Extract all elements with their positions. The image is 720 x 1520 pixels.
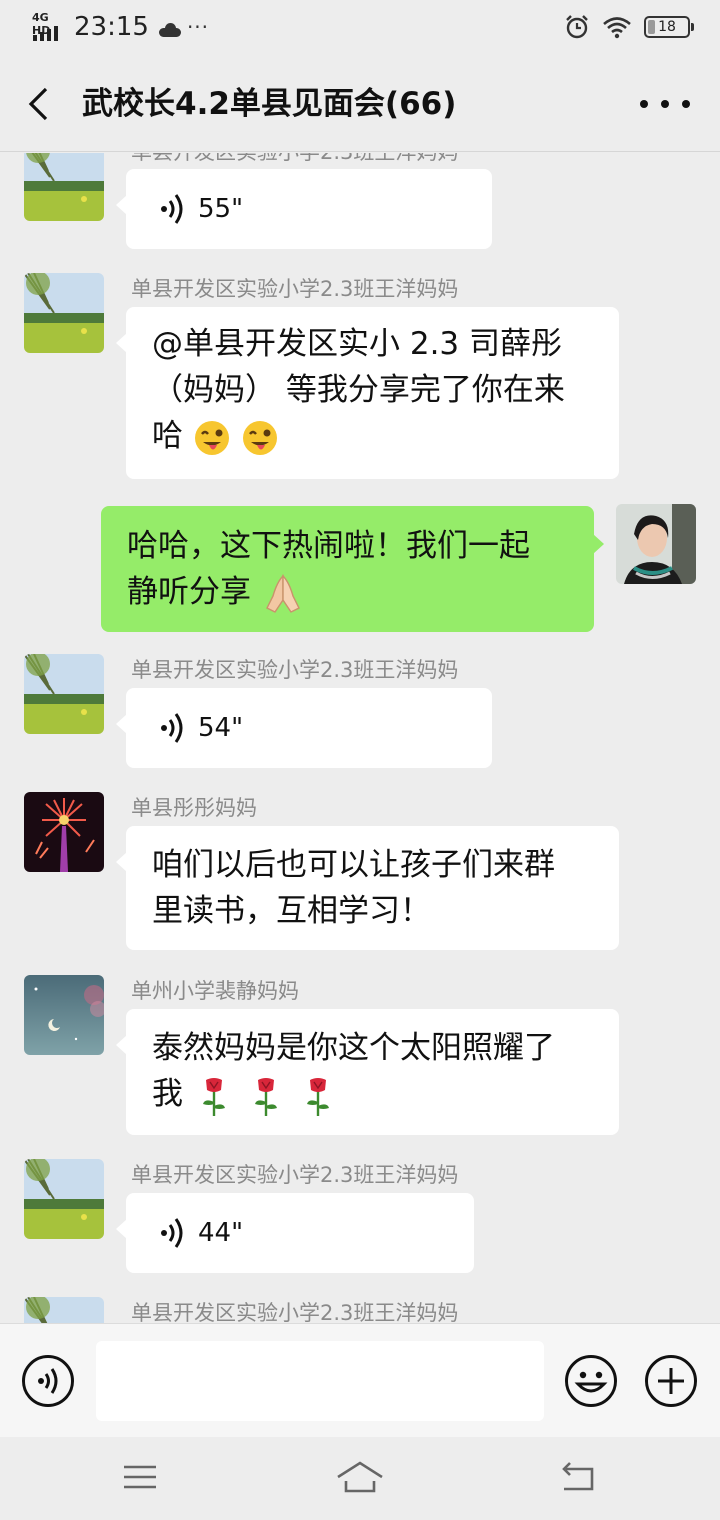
- more-dots-icon[interactable]: [640, 82, 690, 126]
- message-input[interactable]: [96, 1341, 544, 1421]
- chat-header: 武校长4.2单县见面会(66): [0, 56, 720, 152]
- voice-duration: 55": [198, 194, 244, 224]
- sender-name: 单县开发区实验小学2.3班王洋妈妈: [131, 1163, 459, 1187]
- message-list[interactable]: 单县开发区实验小学2.3班王洋妈妈 55" 单县开发区实验小学2.3班王洋妈妈 …: [0, 153, 720, 1323]
- sender-name: 单县彤彤妈妈: [131, 796, 257, 820]
- winking-tongue-emoji-icon: [194, 420, 229, 455]
- sender-name: 单县开发区实验小学2.3班王洋妈妈: [131, 1301, 459, 1323]
- menu-button[interactable]: [120, 1459, 160, 1495]
- avatar-landscape[interactable]: [24, 1297, 104, 1323]
- voice-message-bubble[interactable]: 44": [116, 1193, 474, 1273]
- emoji-icon: [565, 1355, 617, 1407]
- home-icon: [337, 1461, 383, 1493]
- sender-name: 单县开发区实验小学2.3班王洋妈妈: [131, 153, 458, 165]
- message-line: @单县开发区实小 2.3 司薛彤: [152, 326, 563, 362]
- plus-icon: [645, 1355, 697, 1407]
- text-message-bubble[interactable]: 咱们以后也可以让孩子们来群 里读书，互相学习！: [116, 826, 619, 950]
- status-bar: 4G HD 23:15 ··· 18: [0, 0, 720, 56]
- battery-level-fill: [648, 20, 655, 34]
- return-button[interactable]: [558, 1459, 598, 1495]
- status-more-icon: ···: [186, 15, 210, 39]
- back-arrow-icon: [28, 87, 48, 121]
- voice-wave-icon: [161, 713, 183, 743]
- voice-message-bubble[interactable]: 55": [116, 169, 492, 249]
- voice-duration: 54": [198, 713, 244, 743]
- voice-icon: [22, 1355, 74, 1407]
- more-functions-button[interactable]: [644, 1354, 698, 1408]
- message-line: 咱们以后也可以让孩子们来群: [152, 847, 555, 883]
- system-navigation-bar: [0, 1437, 720, 1520]
- voice-message-bubble[interactable]: 54": [116, 688, 492, 768]
- battery-percent: 18: [658, 19, 676, 35]
- menu-icon: [124, 1465, 156, 1489]
- voice-input-button[interactable]: [21, 1354, 75, 1408]
- return-icon: [562, 1462, 594, 1491]
- sender-name: 单县开发区实验小学2.3班王洋妈妈: [131, 277, 459, 301]
- avatar-landscape[interactable]: [24, 1159, 104, 1239]
- avatar-landscape[interactable]: [24, 273, 104, 353]
- avatar-self[interactable]: [616, 504, 696, 584]
- status-time: 23:15: [74, 12, 149, 42]
- cloud-icon: [158, 23, 181, 37]
- text-message-bubble[interactable]: 泰然妈妈是你这个太阳照耀了 我: [116, 1009, 619, 1135]
- home-button[interactable]: [336, 1459, 384, 1495]
- avatar-moon[interactable]: [24, 975, 104, 1055]
- voice-wave-icon: [161, 194, 183, 224]
- avatar-fireworks[interactable]: [24, 792, 104, 872]
- message-line: 里读书，互相学习！: [152, 893, 431, 929]
- rose-emoji-icon: [202, 1077, 225, 1116]
- wifi-icon: [603, 17, 631, 39]
- message-line: 泰然妈妈是你这个太阳照耀了: [152, 1030, 555, 1066]
- battery-icon: 18: [644, 16, 694, 38]
- rose-emoji-icon: [306, 1077, 329, 1116]
- voice-wave-icon: [161, 1218, 183, 1248]
- rose-emoji-icon: [254, 1077, 277, 1116]
- message-line: 我: [152, 1076, 183, 1112]
- winking-tongue-emoji-icon: [242, 420, 277, 455]
- alarm-icon: [566, 15, 588, 39]
- avatar-landscape[interactable]: [24, 654, 104, 734]
- message-line: 哈: [152, 418, 183, 454]
- folded-hands-emoji-icon: [265, 573, 300, 613]
- avatar-landscape[interactable]: [24, 153, 104, 221]
- sender-name: 单州小学裴静妈妈: [131, 979, 299, 1003]
- chat-title: 武校长4.2单县见面会(66): [82, 86, 457, 122]
- emoji-button[interactable]: [564, 1354, 618, 1408]
- network-signal-icon: 4G HD: [30, 11, 66, 42]
- message-input-bar: [0, 1323, 720, 1437]
- text-message-bubble[interactable]: @单县开发区实小 2.3 司薛彤 （妈妈） 等我分享完了你在来 哈: [116, 307, 619, 479]
- text-message-bubble-outgoing[interactable]: 哈哈，这下热闹啦！我们一起 静听分享: [101, 506, 604, 632]
- sender-name: 单县开发区实验小学2.3班王洋妈妈: [131, 658, 459, 682]
- message-line: 静听分享: [127, 574, 251, 610]
- message-line: 哈哈，这下热闹啦！我们一起: [127, 528, 530, 564]
- voice-duration: 44": [198, 1218, 244, 1248]
- back-button[interactable]: [22, 80, 62, 128]
- message-line: （妈妈） 等我分享完了你在来: [152, 372, 565, 408]
